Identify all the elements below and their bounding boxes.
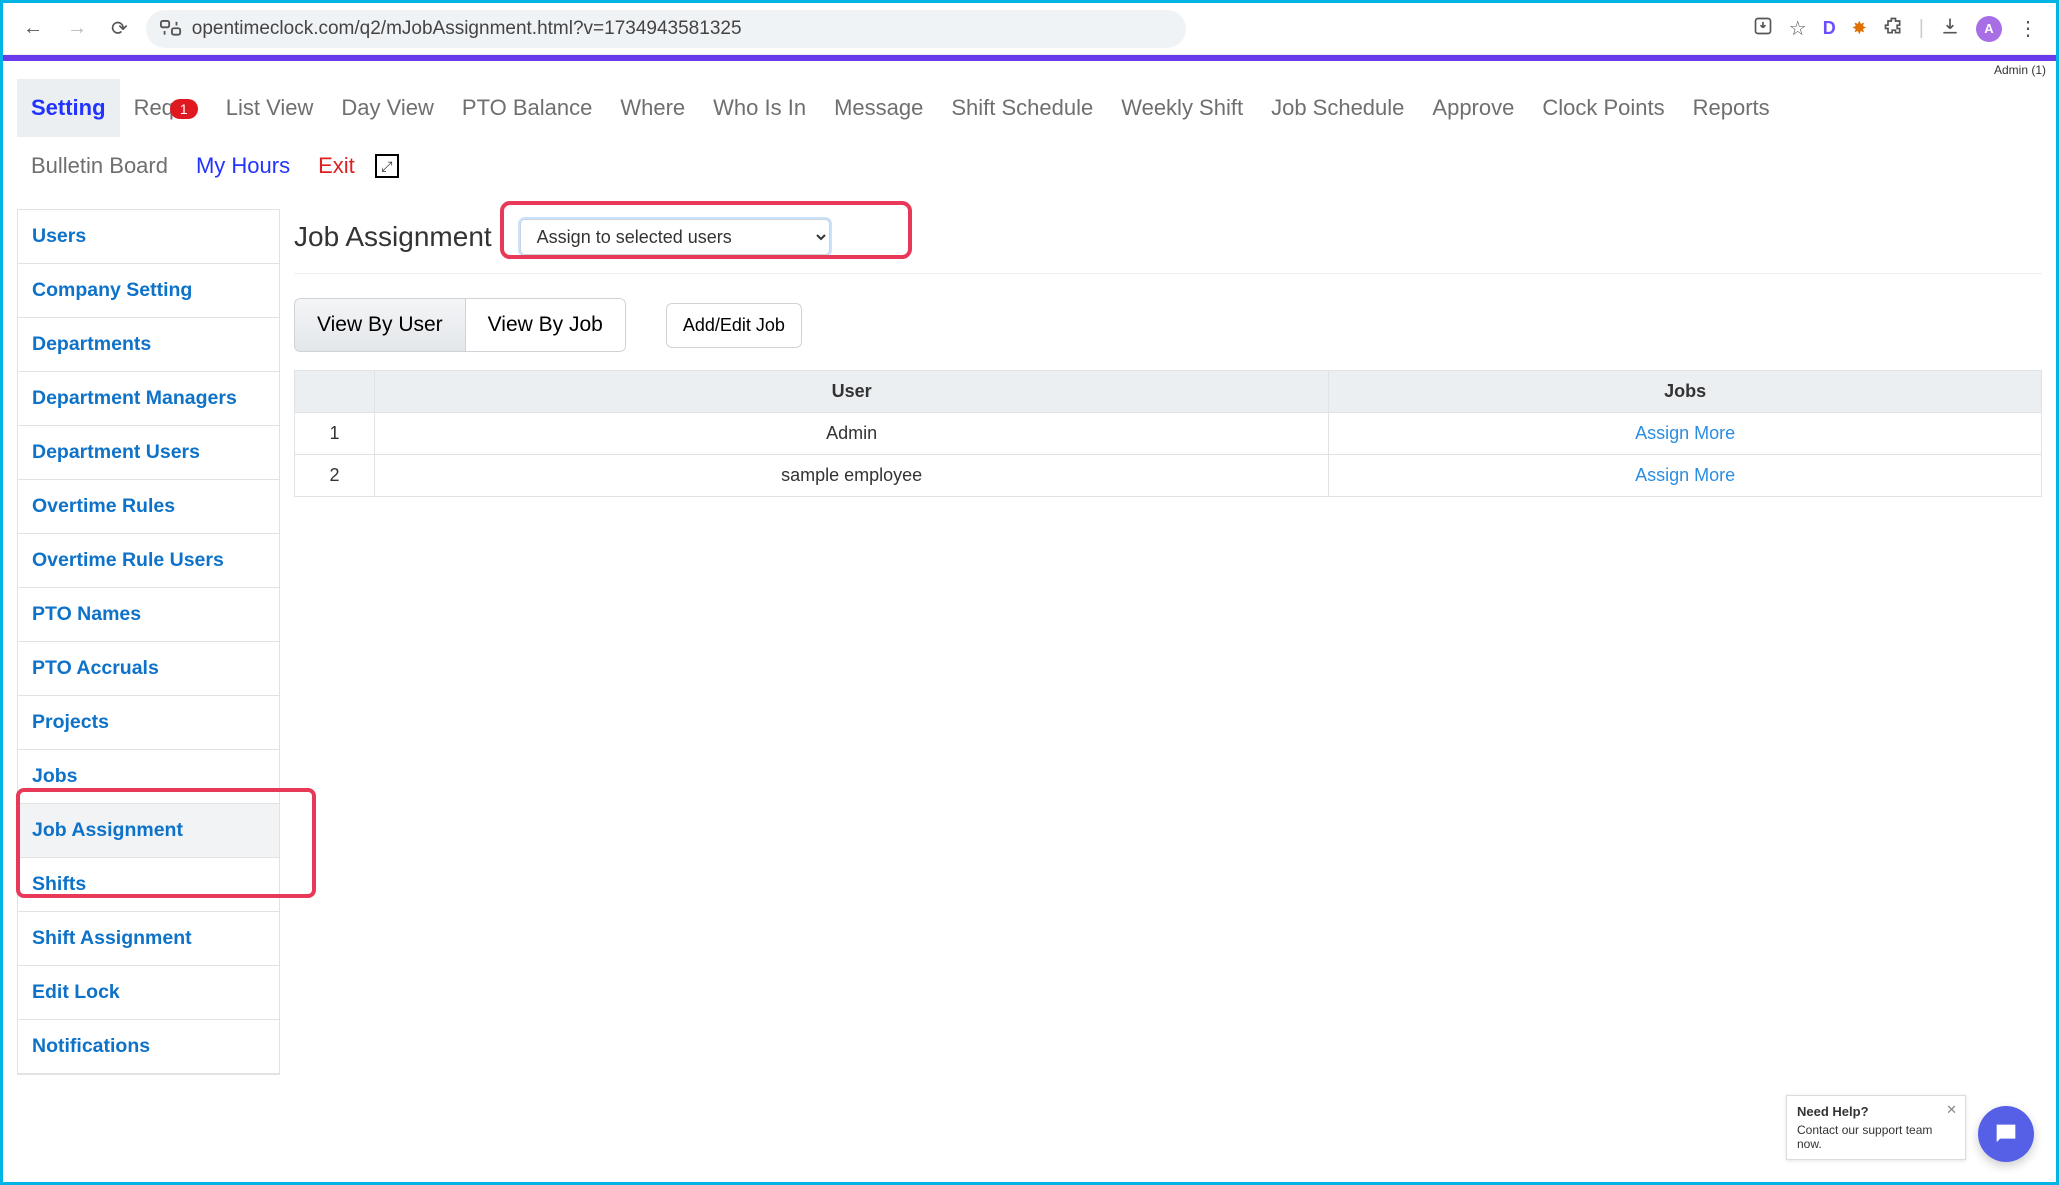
sidebar-item-notifications[interactable]: Notifications (18, 1020, 279, 1074)
nav-list-view[interactable]: List View (212, 79, 328, 137)
nav-shift-schedule[interactable]: Shift Schedule (937, 79, 1107, 137)
help-text: Contact our support team now. (1797, 1123, 1955, 1151)
nav-reports[interactable]: Reports (1679, 79, 1784, 137)
sidebar-item-shifts[interactable]: Shifts (18, 858, 279, 912)
url-bar[interactable]: opentimeclock.com/q2/mJobAssignment.html… (146, 10, 1186, 48)
assign-select-wrap: Assign to selected users (520, 219, 830, 255)
assign-more-link[interactable]: Assign More (1635, 423, 1735, 443)
sidebar-item-overtime-rule-users[interactable]: Overtime Rule Users (18, 534, 279, 588)
nav-who-is-in[interactable]: Who Is In (699, 79, 820, 137)
extensions-puzzle-icon[interactable] (1883, 16, 1903, 42)
nav-bulletin-board[interactable]: Bulletin Board (17, 137, 182, 195)
sidebar-item-job-assignment[interactable]: Job Assignment (18, 804, 279, 858)
nav-day-view[interactable]: Day View (327, 79, 448, 137)
col-num (295, 371, 375, 413)
assign-more-link[interactable]: Assign More (1635, 465, 1735, 485)
bookmark-star-icon[interactable]: ☆ (1789, 16, 1807, 41)
sidebar-item-overtime-rules[interactable]: Overtime Rules (18, 480, 279, 534)
fullscreen-icon[interactable]: ⤢ (375, 154, 399, 178)
view-by-job-tab[interactable]: View By Job (466, 298, 626, 352)
nav-job-schedule[interactable]: Job Schedule (1257, 79, 1418, 137)
download-icon[interactable] (1940, 16, 1960, 42)
nav-clock-points[interactable]: Clock Points (1528, 79, 1678, 137)
nav-weekly-shift[interactable]: Weekly Shift (1107, 79, 1257, 137)
sidebar-item-users[interactable]: Users (18, 210, 279, 264)
nav-where[interactable]: Where (606, 79, 699, 137)
sidebar-item-jobs[interactable]: Jobs (18, 750, 279, 804)
top-nav: SettingReq1List ViewDay ViewPTO BalanceW… (3, 79, 2056, 195)
divider: | (1919, 17, 1924, 40)
help-close-icon[interactable]: ✕ (1946, 1102, 1957, 1118)
sidebar-item-shift-assignment[interactable]: Shift Assignment (18, 912, 279, 966)
install-app-icon[interactable] (1753, 16, 1773, 42)
row-number: 2 (295, 455, 375, 497)
view-tab-group: View By User View By Job (294, 298, 626, 352)
row-jobs: Assign More (1329, 413, 2042, 455)
sidebar-item-department-users[interactable]: Department Users (18, 426, 279, 480)
settings-sidebar: UsersCompany SettingDepartmentsDepartmen… (17, 209, 280, 1075)
content-area: UsersCompany SettingDepartmentsDepartmen… (3, 195, 2056, 1089)
sidebar-item-company-setting[interactable]: Company Setting (18, 264, 279, 318)
chat-icon (1992, 1120, 2020, 1148)
chat-fab[interactable] (1978, 1106, 2034, 1162)
nav-pto-balance[interactable]: PTO Balance (448, 79, 606, 137)
view-by-user-tab[interactable]: View By User (294, 298, 466, 352)
sidebar-item-departments[interactable]: Departments (18, 318, 279, 372)
help-popover: ✕ Need Help? Contact our support team no… (1786, 1095, 1966, 1160)
help-title: Need Help? (1797, 1104, 1955, 1119)
profile-avatar[interactable]: A (1976, 16, 2002, 42)
browser-toolbar: ← → ⟳ opentimeclock.com/q2/mJobAssignmen… (3, 3, 2056, 55)
url-text: opentimeclock.com/q2/mJobAssignment.html… (192, 18, 742, 40)
site-settings-icon[interactable] (160, 20, 182, 38)
nav-approve[interactable]: Approve (1418, 79, 1528, 137)
nav-message[interactable]: Message (820, 79, 937, 137)
nav-my-hours[interactable]: My Hours (182, 137, 304, 195)
table-row: 2sample employee Assign More (295, 455, 2042, 497)
col-jobs: Jobs (1329, 371, 2042, 413)
col-user: User (375, 371, 1329, 413)
browser-menu-icon[interactable]: ⋮ (2018, 16, 2038, 41)
forward-button[interactable]: → (61, 11, 93, 46)
assign-mode-select[interactable]: Assign to selected users (520, 219, 830, 255)
page-title-row: Job Assignment Assign to selected users (294, 209, 2042, 274)
extension-orange-icon[interactable]: ✸ (1852, 18, 1867, 39)
page-title: Job Assignment (294, 221, 492, 253)
add-edit-job-button[interactable]: Add/Edit Job (666, 303, 802, 348)
admin-indicator: Admin (1) (3, 61, 2056, 79)
main-panel: Job Assignment Assign to selected users … (294, 209, 2042, 1075)
nav-exit[interactable]: Exit (304, 137, 369, 195)
table-row: 1Admin Assign More (295, 413, 2042, 455)
assignment-table: UserJobs 1AdminAssign More2sample employ… (294, 370, 2042, 497)
row-user: sample employee (375, 455, 1329, 497)
sidebar-item-projects[interactable]: Projects (18, 696, 279, 750)
view-toolbar: View By User View By Job Add/Edit Job (294, 274, 2042, 370)
nav-badge: 1 (170, 99, 198, 119)
sidebar-item-edit-lock[interactable]: Edit Lock (18, 966, 279, 1020)
row-user: Admin (375, 413, 1329, 455)
extension-d-icon[interactable]: D (1823, 18, 1836, 39)
row-number: 1 (295, 413, 375, 455)
sidebar-item-pto-names[interactable]: PTO Names (18, 588, 279, 642)
reload-button[interactable]: ⟳ (105, 10, 134, 47)
nav-setting[interactable]: Setting (17, 79, 120, 137)
sidebar-item-department-managers[interactable]: Department Managers (18, 372, 279, 426)
row-jobs: Assign More (1329, 455, 2042, 497)
sidebar-item-pto-accruals[interactable]: PTO Accruals (18, 642, 279, 696)
nav-req[interactable]: Req1 (120, 79, 212, 137)
back-button[interactable]: ← (17, 11, 49, 46)
